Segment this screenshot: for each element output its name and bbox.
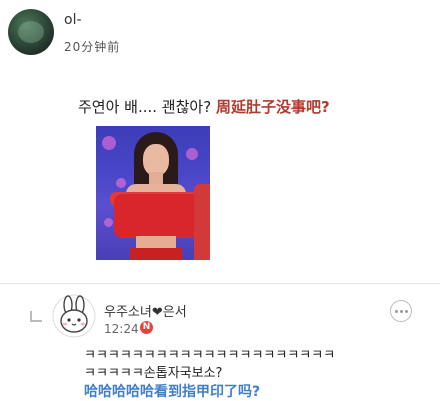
post-timestamp: 20分钟前 bbox=[64, 40, 121, 54]
new-badge: N bbox=[140, 321, 153, 334]
comment-translation: 哈哈哈哈哈看到指甲印了吗? bbox=[84, 384, 261, 400]
commenter-name-part2: 은서 bbox=[162, 305, 187, 320]
section-divider bbox=[0, 283, 440, 284]
post-username[interactable]: ol- bbox=[64, 12, 82, 28]
commenter-name-part1: 우주소녀 bbox=[104, 305, 152, 320]
post-caption: 주연아 배.... 괜찮아? 周延肚子没事吧? bbox=[78, 96, 330, 117]
caption-korean: 주연아 배.... 괜찮아? bbox=[78, 98, 212, 116]
post-photo[interactable] bbox=[96, 126, 210, 260]
user-avatar[interactable] bbox=[8, 9, 54, 55]
caption-chinese: 周延肚子没事吧? bbox=[215, 98, 330, 116]
comment-timestamp: 12:24 bbox=[104, 322, 139, 336]
comment-text-line1: ㅋㅋㅋㅋㅋㅋㅋㅋㅋㅋㅋㅋㅋㅋㅋㅋㅋㅋㅋㅋㅋ bbox=[84, 348, 336, 363]
commenter-username[interactable]: 우주소녀❤은서 bbox=[104, 301, 187, 320]
more-dots-icon[interactable] bbox=[390, 300, 412, 322]
reply-arrow-icon bbox=[30, 311, 42, 322]
comment-text-line2: ㅋㅋㅋㅋㅋ손톱자국보소? bbox=[84, 366, 223, 381]
commenter-avatar[interactable] bbox=[52, 294, 96, 338]
post-header: ol- 20分钟前 bbox=[0, 0, 440, 70]
heart-icon: ❤ bbox=[151, 305, 163, 320]
